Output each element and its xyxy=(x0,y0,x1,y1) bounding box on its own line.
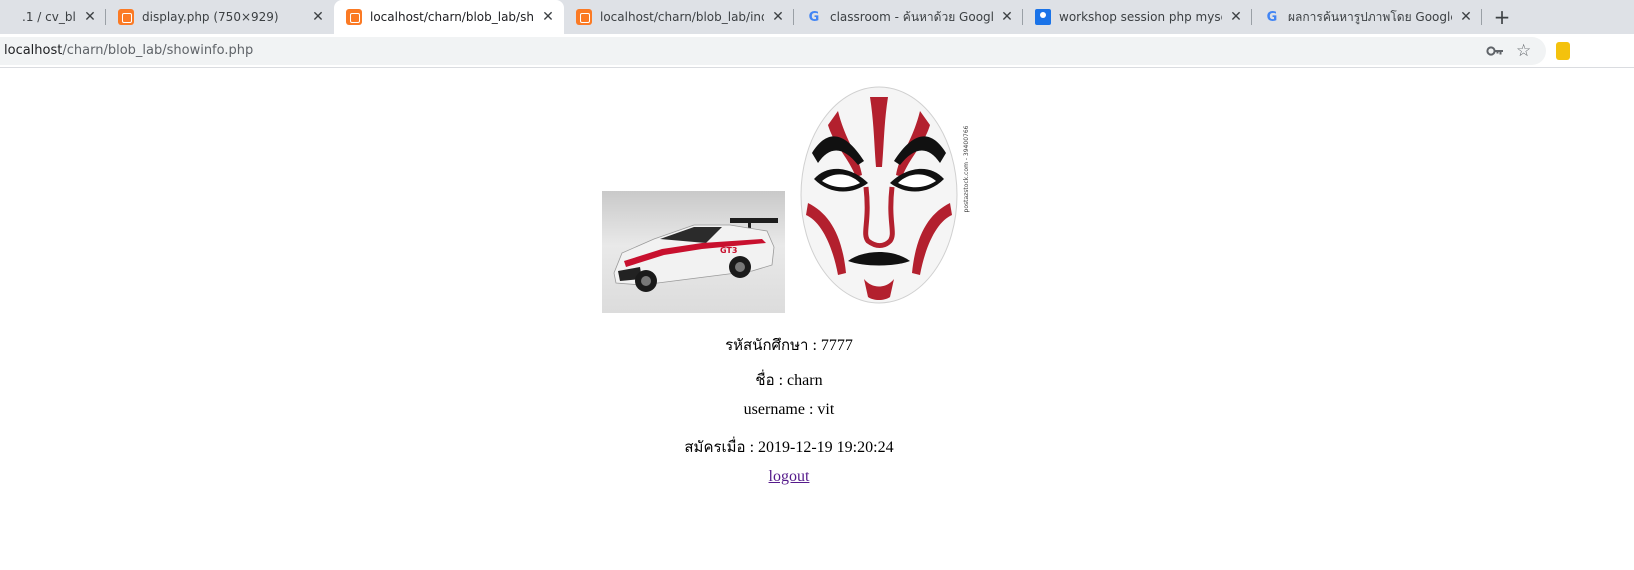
new-tab-button[interactable]: + xyxy=(1490,5,1514,29)
username-line: username : vit xyxy=(0,401,1578,419)
close-icon[interactable]: ✕ xyxy=(1228,9,1244,25)
car-badge: GT3 xyxy=(720,246,737,255)
username-label: username xyxy=(743,401,805,418)
tab-title: localhost/charn/blob_lab/showinfo xyxy=(370,10,534,24)
extension-icon[interactable] xyxy=(1556,42,1570,60)
browser-toolbar: localhost/charn/blob_lab/showinfo.php ☆ xyxy=(0,34,1634,68)
google-icon: G xyxy=(808,9,820,25)
registered-value: : 2019-12-19 19:20:24 xyxy=(745,439,894,456)
logout-line: logout xyxy=(0,468,1578,486)
username-value: : vit xyxy=(804,401,835,418)
mask-watermark: postazstock.com - 39400766 xyxy=(963,125,970,212)
tab-3-active[interactable]: localhost/charn/blob_lab/showinfo ✕ xyxy=(334,0,564,34)
xampp-icon xyxy=(118,9,134,25)
registered-line: สมัครเมื่อ : 2019-12-19 19:20:24 xyxy=(0,435,1578,459)
tab-6[interactable]: workshop session php mysql blob ✕ xyxy=(1023,0,1252,34)
profile-images: GT3 postazstock.com - 39400766 xyxy=(602,83,974,315)
close-icon[interactable]: ✕ xyxy=(1458,9,1474,25)
name-value: : charn xyxy=(774,372,823,389)
bookmark-star-icon[interactable]: ☆ xyxy=(1516,41,1531,61)
logout-link[interactable]: logout xyxy=(769,468,810,485)
tab-title: classroom - ค้นหาด้วย Google xyxy=(830,9,993,24)
key-icon[interactable] xyxy=(1486,43,1504,59)
car-image: GT3 xyxy=(602,191,785,313)
address-url[interactable]: localhost/charn/blob_lab/showinfo.php xyxy=(4,43,253,58)
google-icon: G xyxy=(1266,9,1278,25)
close-icon[interactable]: ✕ xyxy=(999,9,1015,25)
close-icon[interactable]: ✕ xyxy=(82,9,98,25)
name-label: ชื่อ xyxy=(755,371,775,389)
tab-2[interactable]: display.php (750×929) ✕ xyxy=(106,0,334,34)
close-icon[interactable]: ✕ xyxy=(540,9,556,25)
close-icon[interactable]: ✕ xyxy=(310,9,326,25)
tab-7[interactable]: G ผลการค้นหารูปภาพโดย Google สำหรับ ✕ xyxy=(1252,0,1482,34)
xampp-icon xyxy=(576,9,592,25)
phpmyadmin-icon xyxy=(0,9,14,25)
tab-title: ผลการค้นหารูปภาพโดย Google สำหรับ xyxy=(1288,9,1452,24)
tab-title: display.php (750×929) xyxy=(142,10,279,24)
tab-title: localhost/charn/blob_lab/index.p xyxy=(600,10,764,24)
registered-label: สมัครเมื่อ xyxy=(684,438,746,456)
tab-title: workshop session php mysql blob xyxy=(1059,10,1222,24)
mask-image: postazstock.com - 39400766 xyxy=(798,83,974,315)
xampp-icon xyxy=(346,9,362,25)
tab-5[interactable]: G classroom - ค้นหาด้วย Google ✕ xyxy=(794,0,1023,34)
address-bar[interactable]: localhost/charn/blob_lab/showinfo.php ☆ xyxy=(0,37,1546,65)
workshop-icon xyxy=(1035,9,1051,25)
name-line: ชื่อ : charn xyxy=(0,368,1578,392)
student-id-label: รหัสนักศึกษา xyxy=(725,336,809,354)
tab-title: .1 / cv_blob_te xyxy=(22,10,76,24)
student-id-value: : 7777 xyxy=(808,337,853,354)
page-content: GT3 postazstock.com - 39400766 รหัสนักศึ… xyxy=(0,69,1578,570)
tab-strip: .1 / cv_blob_te ✕ display.php (750×929) … xyxy=(0,0,1634,34)
close-icon[interactable]: ✕ xyxy=(770,9,786,25)
tab-4[interactable]: localhost/charn/blob_lab/index.p ✕ xyxy=(564,0,794,34)
tab-1[interactable]: .1 / cv_blob_te ✕ xyxy=(0,0,106,34)
url-host: localhost xyxy=(4,43,63,58)
student-id-line: รหัสนักศึกษา : 7777 xyxy=(0,333,1578,357)
url-path: /charn/blob_lab/showinfo.php xyxy=(62,43,254,58)
